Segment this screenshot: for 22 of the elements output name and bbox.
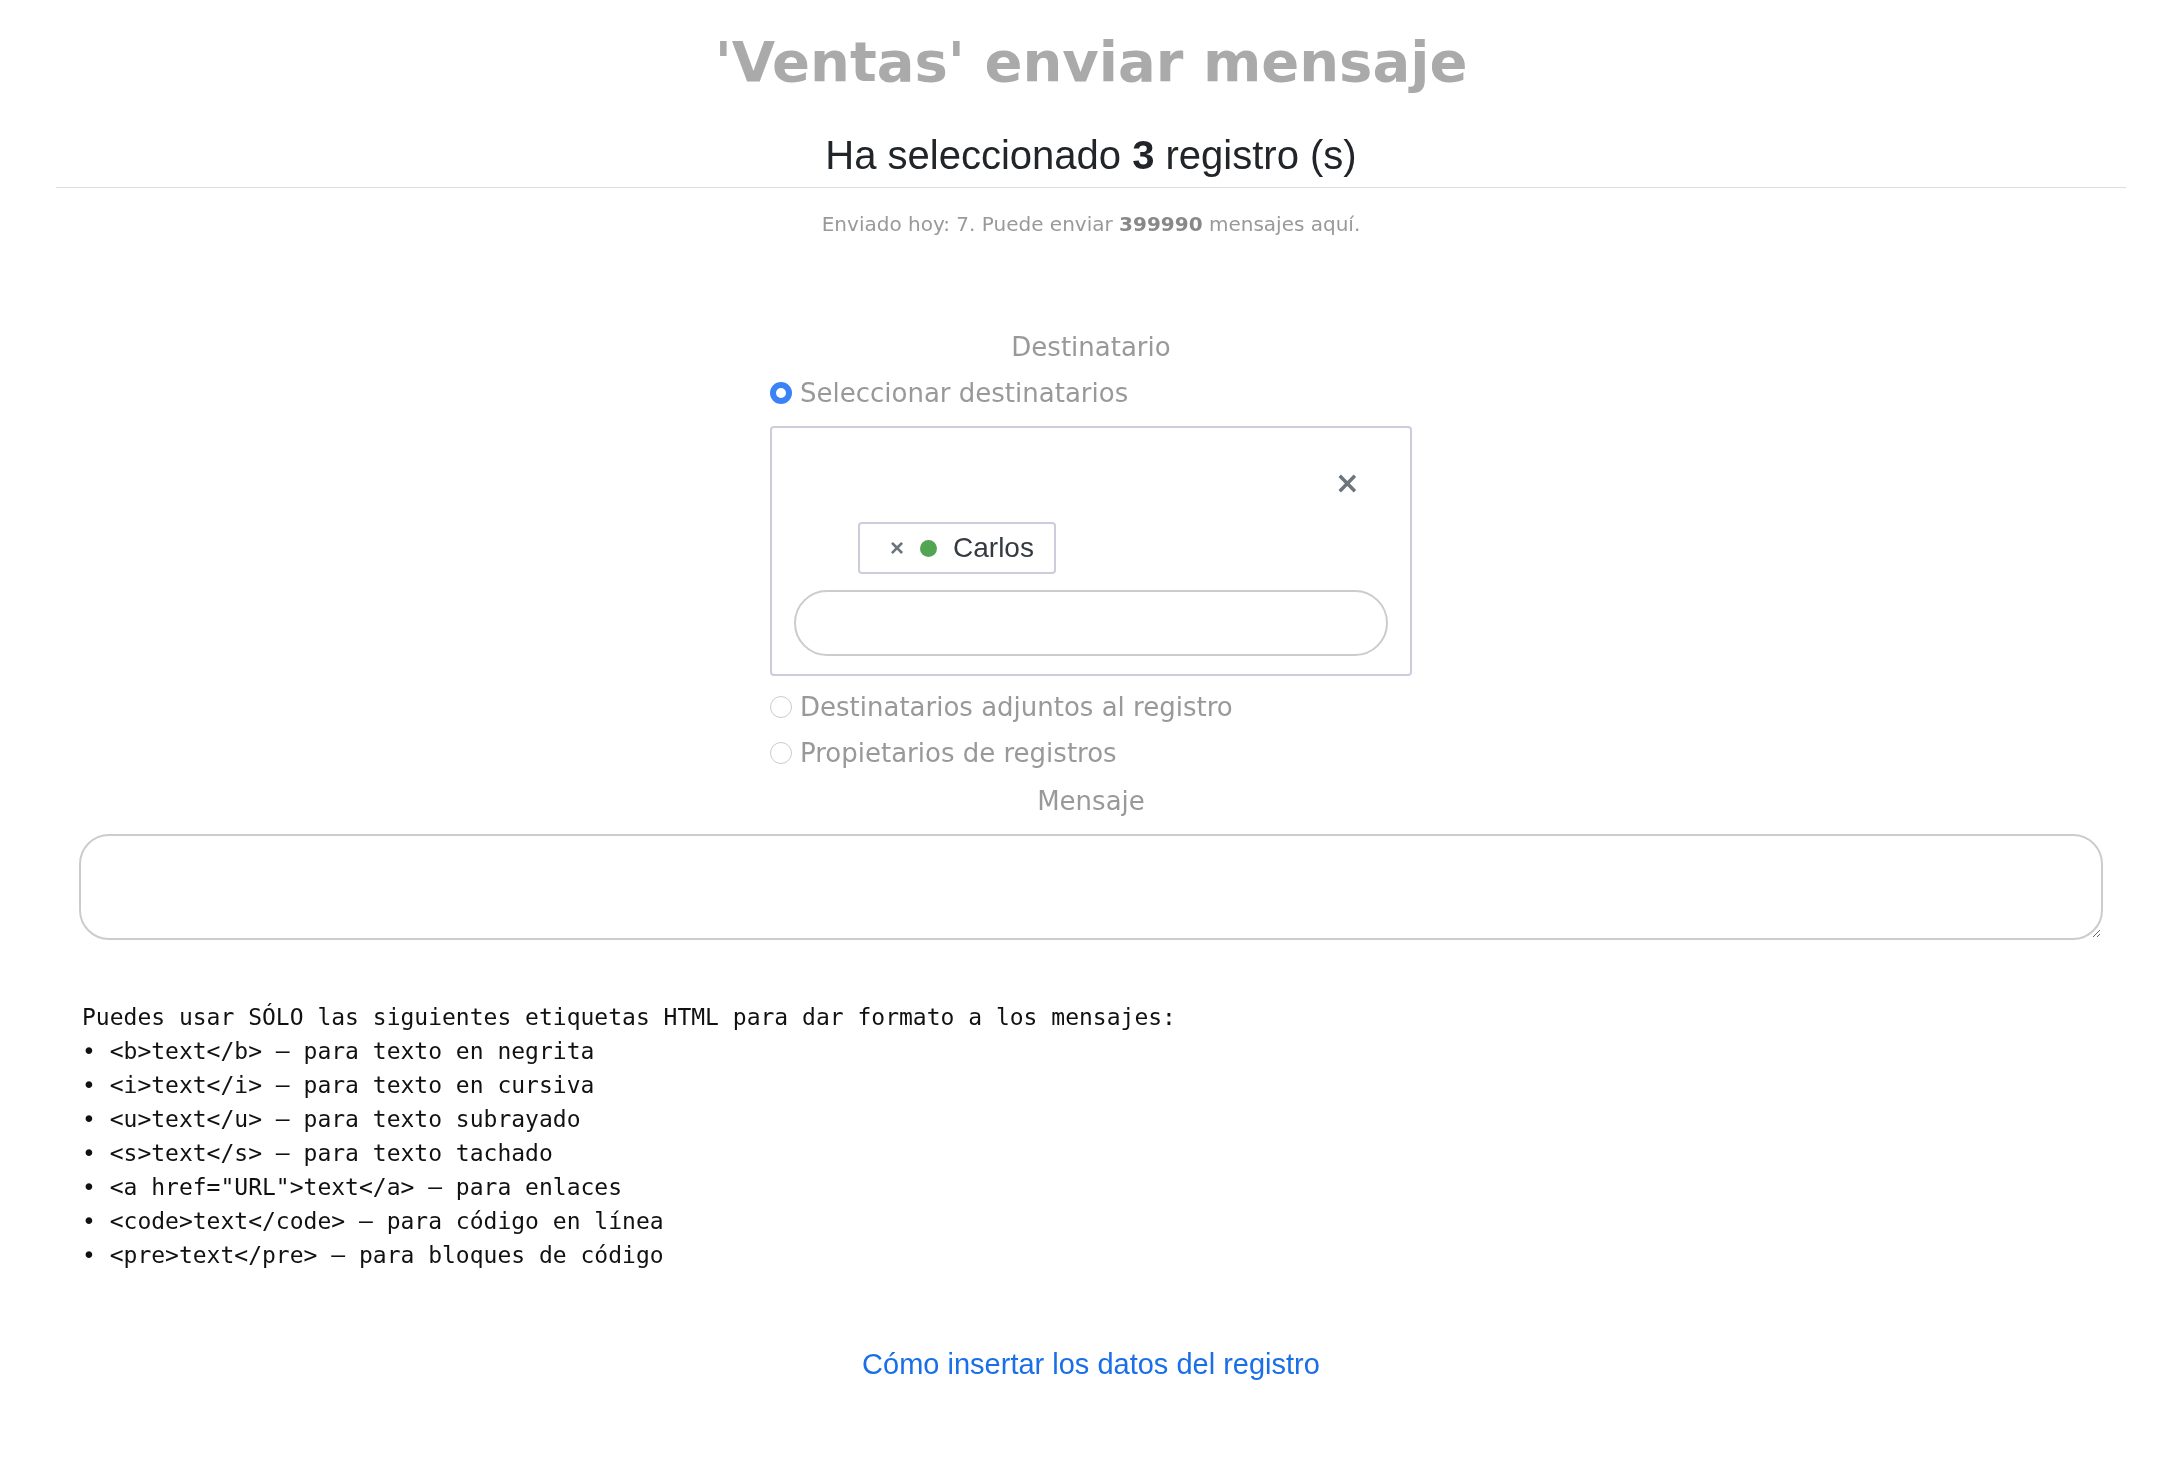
insert-data-link[interactable]: Cómo insertar los datos del registro	[862, 1348, 1320, 1382]
help-list-item: • <code>text</code> — para código en línea	[82, 1207, 665, 1237]
radio-button[interactable]	[770, 696, 792, 719]
clear-icon[interactable]: ×	[1334, 468, 1360, 499]
help-intro-text: Puedes usar SÓLO las siguientes etiquetas HTML para dar formato a los mensajes:	[82, 1002, 1177, 1033]
help-list-item: • <s>text</s> — para texto tachado	[82, 1139, 554, 1169]
radio-button[interactable]	[770, 742, 792, 765]
radio-button[interactable]	[770, 382, 792, 405]
help-list-item: • <a href="URL">text</a> — para enlaces	[82, 1173, 624, 1203]
recipient-heading: Destinatario	[1011, 332, 1171, 363]
message-input-field[interactable]	[79, 834, 2103, 941]
selection-count-text: Ha seleccionado 3 registro (s)	[825, 132, 1357, 180]
sent-info-text: Enviado hoy: 7. Puede enviar 399990 mensajes aquí.	[821, 212, 1361, 237]
recipient-select[interactable]: × × Carlos	[770, 426, 1412, 677]
help-list-item: • <u>text</u> — para texto subrayado	[82, 1105, 582, 1135]
help-list-item: • <i>text</i> — para texto en cursiva	[82, 1071, 596, 1101]
message-heading: Mensaje	[1037, 786, 1145, 817]
remove-icon[interactable]: ×	[890, 534, 904, 563]
help-list-item: • <b>text</b> — para texto en negrita	[82, 1037, 596, 1067]
help-list-item: • <pre>text</pre> — para bloques de código	[82, 1241, 665, 1271]
tag-label: Carlos	[953, 532, 1034, 565]
page-title: 'Ventas' enviar mensaje	[714, 28, 1468, 96]
